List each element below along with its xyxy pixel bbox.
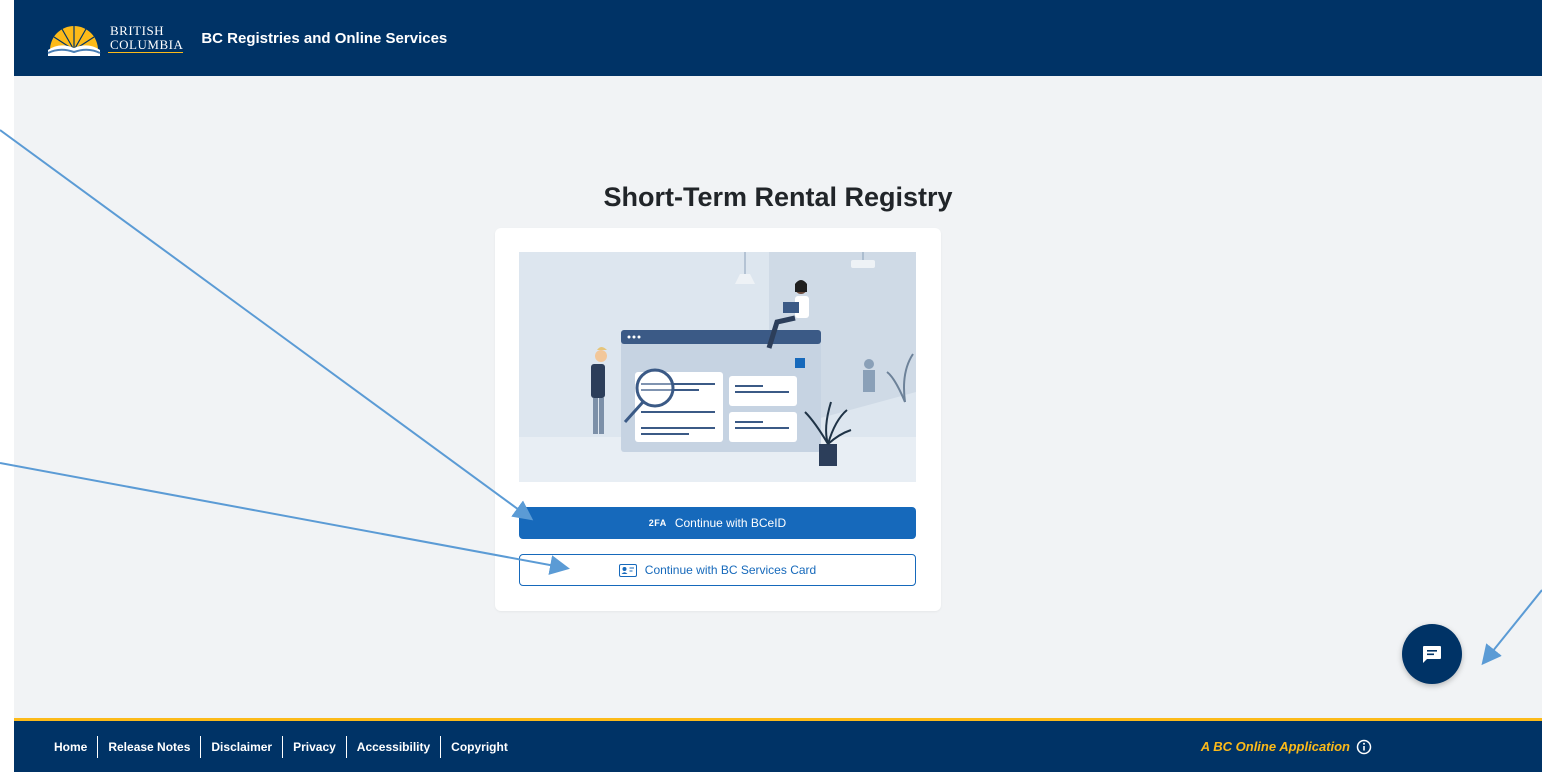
footer: Home Release Notes Disclaimer Privacy Ac…	[14, 718, 1542, 772]
logo-wordmark: BRITISH COLUMBIA	[108, 22, 184, 53]
chat-icon	[1423, 646, 1441, 663]
bc-online-application-text: A BC Online Application	[1200, 739, 1350, 754]
id-card-icon	[618, 563, 637, 577]
page-title: Short-Term Rental Registry	[603, 182, 953, 212]
bceid-button-label: Continue with BCeID	[674, 516, 787, 530]
footer-link-disclaimer[interactable]: Disclaimer	[200, 735, 282, 758]
continue-bceid-button[interactable]: 2FA Continue with BCeID	[519, 507, 916, 539]
app-title[interactable]: BC Registries and Online Services	[201, 30, 447, 47]
footer-nav: Home Release Notes Disclaimer Privacy Ac…	[54, 735, 518, 758]
logo-line1: BRITISH	[110, 22, 165, 38]
info-icon[interactable]	[1356, 739, 1372, 755]
footer-app-label: A BC Online Application	[1201, 721, 1372, 772]
login-card: 2FA Continue with BCeID Continue with BC…	[495, 228, 941, 611]
top-navbar: BRITISH COLUMBIA BC Registries and Onlin…	[14, 0, 1542, 76]
illustration-image	[519, 252, 916, 482]
footer-link-privacy[interactable]: Privacy	[282, 735, 346, 758]
page-frame: BRITISH COLUMBIA BC Registries and Onlin…	[14, 0, 1542, 772]
footer-link-accessibility[interactable]: Accessibility	[345, 735, 440, 758]
logo-line2: COLUMBIA	[110, 36, 184, 52]
chat-button[interactable]	[1402, 624, 1462, 684]
continue-bc-services-card-button[interactable]: Continue with BC Services Card	[519, 554, 916, 586]
footer-link-release-notes[interactable]: Release Notes	[97, 735, 200, 758]
hero-illustration	[519, 252, 916, 482]
bcsc-button-label: Continue with BC Services Card	[644, 563, 817, 577]
sun-logo-icon	[47, 26, 101, 56]
footer-link-copyright[interactable]: Copyright	[440, 735, 518, 758]
footer-link-home[interactable]: Home	[54, 736, 97, 758]
two-factor-icon: 2FA	[648, 518, 667, 528]
bc-gov-logo[interactable]: BRITISH COLUMBIA	[46, 20, 184, 56]
